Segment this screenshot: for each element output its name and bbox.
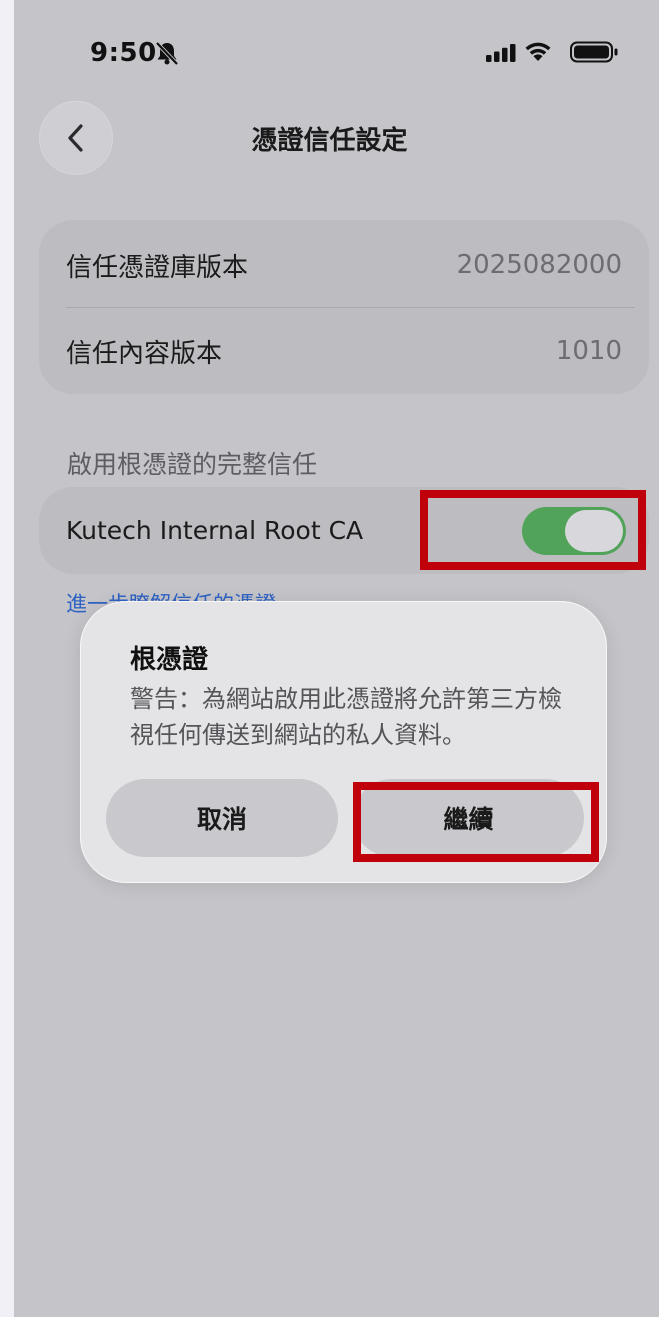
section-header: 啟用根憑證的完整信任 bbox=[67, 450, 318, 479]
cancel-button[interactable]: 取消 bbox=[106, 779, 338, 857]
alert-message: 警告：為網站啟用此憑證將允許第三方檢視任何傳送到網站的私人資料。 bbox=[130, 685, 562, 749]
version-info-card: 信任憑證庫版本 2025082000 信任內容版本 1010 bbox=[39, 220, 649, 394]
row-value: 2025082000 bbox=[456, 250, 622, 280]
certificate-name: Kutech Internal Root CA bbox=[66, 516, 364, 545]
trust-asset-version-row: 信任內容版本 1010 bbox=[66, 308, 622, 394]
status-time: 9:50 bbox=[90, 38, 157, 68]
row-label: 信任內容版本 bbox=[66, 338, 223, 369]
bell-slash-icon bbox=[155, 41, 179, 66]
left-margin bbox=[0, 0, 14, 1317]
page-title: 憑證信任設定 bbox=[251, 126, 408, 156]
wifi-icon bbox=[525, 42, 551, 61]
row-label: 信任憑證庫版本 bbox=[66, 252, 249, 283]
phone-screen: 9:50 憑證信任設定 信任憑證庫版本 2025082000 信任內容版本 10… bbox=[14, 0, 659, 1317]
trust-store-version-row: 信任憑證庫版本 2025082000 bbox=[66, 222, 622, 308]
toggle-highlight-box bbox=[420, 490, 646, 570]
signal-icon bbox=[486, 44, 516, 62]
alert-title: 根憑證 bbox=[130, 645, 209, 675]
row-value: 1010 bbox=[555, 336, 622, 366]
continue-highlight-box bbox=[353, 782, 599, 862]
battery-icon bbox=[570, 41, 618, 63]
